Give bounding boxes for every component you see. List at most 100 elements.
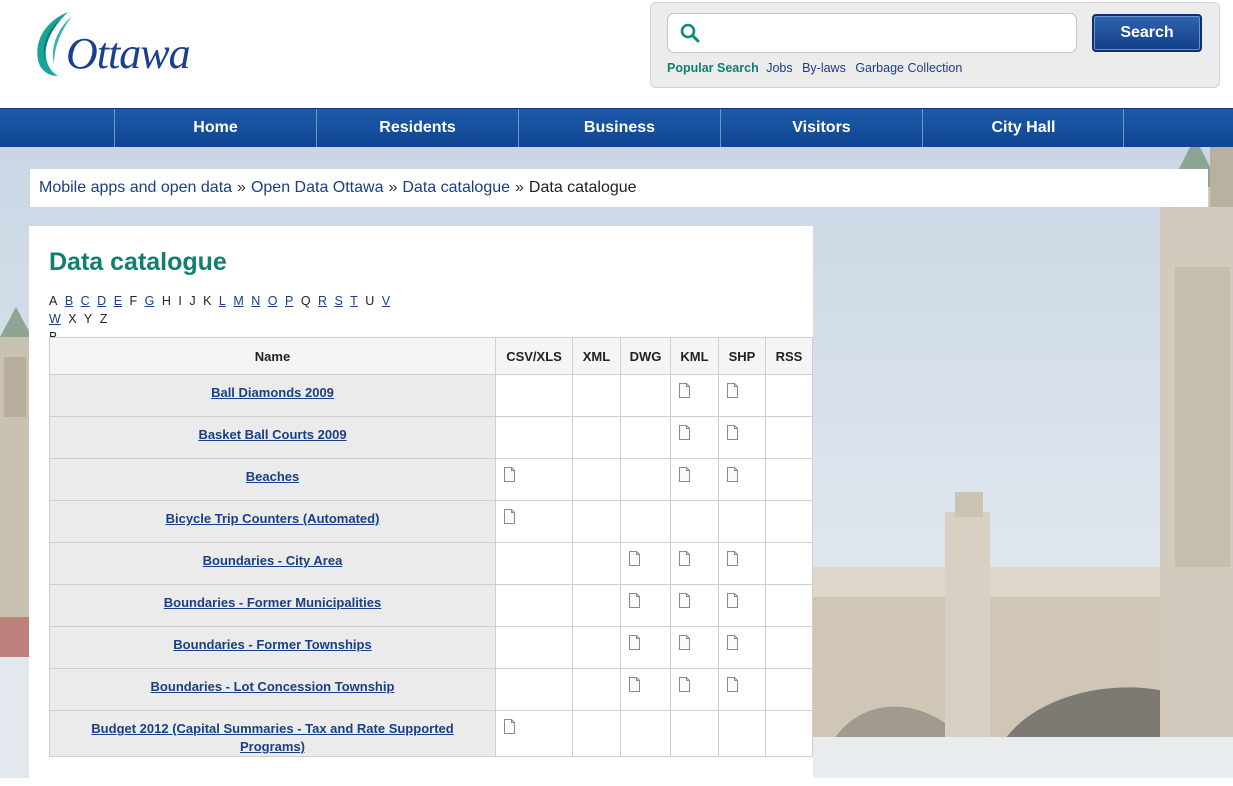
- alphabet-letter-l[interactable]: L: [219, 294, 226, 308]
- dataset-link[interactable]: Basket Ball Courts 2009: [198, 427, 346, 442]
- breadcrumb-link-mobile-apps[interactable]: Mobile apps and open data: [39, 179, 232, 197]
- format-cell-xml: [572, 500, 621, 543]
- search-input[interactable]: [708, 20, 1067, 46]
- popular-link-jobs[interactable]: Jobs: [766, 61, 792, 75]
- format-cell-csv-xls: [495, 458, 573, 501]
- alphabet-letter-r[interactable]: R: [318, 294, 327, 308]
- alphabet-letter-p[interactable]: P: [285, 294, 293, 308]
- dwg-file-icon[interactable]: [629, 635, 670, 650]
- kml-file-icon[interactable]: [679, 467, 718, 482]
- csv-xls-file-icon[interactable]: [504, 719, 572, 734]
- nav-item-residents[interactable]: Residents: [316, 109, 518, 147]
- nav-item-visitors[interactable]: Visitors: [720, 109, 922, 147]
- dataset-name-cell: Boundaries - Former Townships: [49, 626, 496, 669]
- format-cell-shp: [718, 500, 766, 543]
- shp-file-icon[interactable]: [727, 467, 765, 482]
- format-cell-shp: [718, 626, 766, 669]
- dwg-file-icon[interactable]: [629, 551, 670, 566]
- alphabet-letter-t[interactable]: T: [350, 294, 358, 308]
- alphabet-letter-c[interactable]: C: [81, 294, 90, 308]
- format-cell-xml: [572, 626, 621, 669]
- dataset-link[interactable]: Beaches: [246, 469, 299, 484]
- breadcrumb-separator: »: [388, 179, 398, 196]
- shp-file-icon[interactable]: [727, 425, 765, 440]
- shp-file-icon[interactable]: [727, 677, 765, 692]
- alphabet-letter-v[interactable]: V: [382, 294, 390, 308]
- kml-file-icon[interactable]: [679, 677, 718, 692]
- kml-file-icon[interactable]: [679, 425, 718, 440]
- dataset-link[interactable]: Boundaries - Former Townships: [173, 637, 371, 652]
- popular-link-bylaws[interactable]: By-laws: [802, 61, 846, 75]
- kml-file-icon[interactable]: [679, 593, 718, 608]
- popular-searches: Popular Search Jobs By-laws Garbage Coll…: [667, 61, 968, 75]
- nav-item-business[interactable]: Business: [518, 109, 720, 147]
- popular-link-garbage-collection[interactable]: Garbage Collection: [855, 61, 962, 75]
- dataset-name-cell: Beaches: [49, 458, 496, 501]
- format-cell-dwg: [620, 500, 671, 543]
- format-cell-xml: [572, 584, 621, 627]
- search-panel: Search Popular Search Jobs By-laws Garba…: [650, 2, 1220, 88]
- format-cell-kml: [670, 500, 719, 543]
- format-cell-shp: [718, 710, 766, 757]
- csv-xls-file-icon[interactable]: [504, 509, 572, 524]
- format-cell-rss: [765, 500, 813, 543]
- csv-xls-file-icon[interactable]: [504, 467, 572, 482]
- alphabet-letter-e[interactable]: E: [114, 294, 122, 308]
- format-cell-xml: [572, 710, 621, 757]
- nav-item-home[interactable]: Home: [114, 109, 316, 147]
- format-cell-kml: [670, 626, 719, 669]
- data-catalogue-table: Name CSV/XLS XML DWG KML SHP RSS Ball Di…: [49, 337, 813, 757]
- dwg-file-icon[interactable]: [629, 677, 670, 692]
- table-row: Boundaries - City Area: [49, 542, 813, 585]
- table-row: Bicycle Trip Counters (Automated): [49, 500, 813, 543]
- ottawa-logo[interactable]: Ottawa: [28, 8, 193, 83]
- dataset-link[interactable]: Budget 2012 (Capital Summaries - Tax and…: [91, 721, 453, 754]
- alphabet-letter-o[interactable]: O: [268, 294, 278, 308]
- kml-file-icon[interactable]: [679, 383, 718, 398]
- alphabet-letter-s[interactable]: S: [335, 294, 343, 308]
- nav-item-city-hall[interactable]: City Hall: [922, 109, 1124, 147]
- dataset-link[interactable]: Bicycle Trip Counters (Automated): [166, 511, 380, 526]
- shp-file-icon[interactable]: [727, 635, 765, 650]
- search-button[interactable]: Search: [1092, 14, 1202, 52]
- alphabet-letter-i: I: [178, 294, 182, 308]
- shp-file-icon[interactable]: [727, 383, 765, 398]
- shp-file-icon[interactable]: [727, 593, 765, 608]
- format-cell-kml: [670, 458, 719, 501]
- alphabet-letter-d[interactable]: D: [97, 294, 106, 308]
- dwg-file-icon[interactable]: [629, 593, 670, 608]
- format-cell-kml: [670, 416, 719, 459]
- format-cell-dwg: [620, 710, 671, 757]
- format-cell-csv-xls: [495, 710, 573, 757]
- format-cell-shp: [718, 668, 766, 711]
- column-header-shp: SHP: [718, 337, 766, 375]
- alphabet-letter-n[interactable]: N: [251, 294, 260, 308]
- search-field[interactable]: [667, 13, 1077, 53]
- breadcrumb-link-open-data-ottawa[interactable]: Open Data Ottawa: [251, 179, 384, 197]
- format-cell-rss: [765, 374, 813, 417]
- popular-search-label: Popular Search: [667, 61, 759, 75]
- alphabet-letter-w[interactable]: W: [49, 312, 61, 326]
- alphabet-letter-m[interactable]: M: [233, 294, 243, 308]
- breadcrumb-current: Data catalogue: [528, 179, 637, 196]
- breadcrumb-link-data-catalogue[interactable]: Data catalogue: [402, 179, 510, 197]
- alphabet-letter-k: K: [203, 294, 212, 308]
- alphabet-letter-g[interactable]: G: [145, 294, 155, 308]
- alphabet-letter-u: U: [365, 294, 375, 308]
- shp-file-icon[interactable]: [727, 551, 765, 566]
- alphabet-letter-b[interactable]: B: [65, 294, 73, 308]
- format-cell-dwg: [620, 668, 671, 711]
- table-row: Ball Diamonds 2009: [49, 374, 813, 417]
- kml-file-icon[interactable]: [679, 635, 718, 650]
- page-title: Data catalogue: [49, 248, 227, 276]
- dataset-link[interactable]: Boundaries - Former Municipalities: [164, 595, 381, 610]
- format-cell-kml: [670, 374, 719, 417]
- dataset-link[interactable]: Ball Diamonds 2009: [211, 385, 334, 400]
- main-nav: Home Residents Business Visitors City Ha…: [0, 108, 1233, 148]
- kml-file-icon[interactable]: [679, 551, 718, 566]
- column-header-csv-xls: CSV/XLS: [495, 337, 573, 375]
- dataset-link[interactable]: Boundaries - Lot Concession Township: [151, 679, 395, 694]
- dataset-link[interactable]: Boundaries - City Area: [203, 553, 343, 568]
- format-cell-dwg: [620, 458, 671, 501]
- search-icon: [680, 23, 700, 43]
